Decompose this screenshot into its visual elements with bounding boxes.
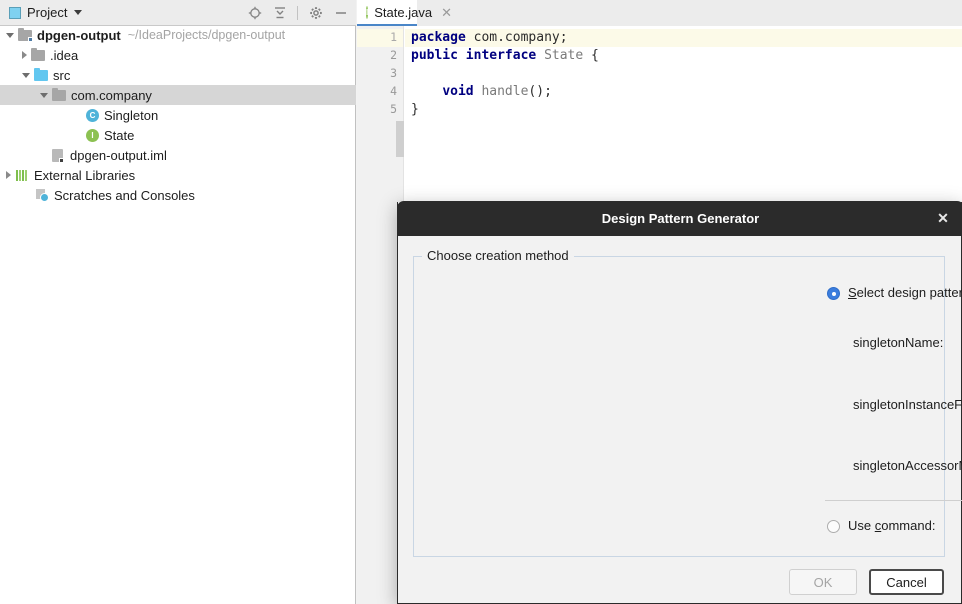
label-prefix: Use <box>848 518 875 533</box>
editor-scrollbar-thumb[interactable] <box>396 121 404 157</box>
minimize-icon[interactable] <box>333 5 348 20</box>
label-select-design-pattern: Select design pattern: <box>848 285 962 300</box>
tree-row[interactable]: dpgen-output ~/IdeaProjects/dpgen-output <box>0 25 356 45</box>
close-icon[interactable]: ✕ <box>933 201 953 236</box>
radio-use-command[interactable] <box>827 520 840 533</box>
label-singleton-accessor-method-name: singletonAccessorMethodName: <box>853 458 962 473</box>
project-tree[interactable]: dpgen-output ~/IdeaProjects/dpgen-output.… <box>0 25 356 205</box>
group-legend: Choose creation method <box>422 248 574 263</box>
project-panel-icon <box>9 6 21 19</box>
java-class-icon: C <box>85 108 100 123</box>
label-singleton-name: singletonName: <box>853 335 944 350</box>
code-line: } <box>411 101 419 119</box>
code-line: public interface State { <box>411 47 599 65</box>
dialog-body: Choose creation method Select design pat… <box>398 236 962 603</box>
libraries-icon <box>15 168 30 183</box>
project-panel-toolbar <box>247 5 356 20</box>
project-tool-window: Project dpgen-output ~/IdeaProjects/dpge… <box>0 0 356 604</box>
gear-icon[interactable] <box>308 5 323 20</box>
ok-button[interactable]: OK <box>789 569 857 595</box>
close-icon[interactable]: ✕ <box>441 6 452 19</box>
expander-expand-icon[interactable] <box>22 51 27 59</box>
code-token: package <box>411 30 466 45</box>
line-number: 5 <box>390 102 397 116</box>
tab-state-java[interactable]: I State.java ✕ <box>357 0 452 26</box>
project-panel-header: Project <box>0 0 356 26</box>
code-token: } <box>411 102 419 117</box>
tree-row-label: src <box>53 67 71 83</box>
screen-root: Project dpgen-output ~/IdeaProjects/dpge… <box>0 0 962 604</box>
chevron-down-icon[interactable] <box>74 10 83 15</box>
dialog-titlebar: Design Pattern Generator ✕ <box>397 201 962 236</box>
radio-select-design-pattern[interactable] <box>827 287 840 300</box>
tree-row-label: com.company <box>71 87 152 103</box>
cancel-button[interactable]: Cancel <box>869 569 944 595</box>
expander-collapse-icon[interactable] <box>6 32 14 38</box>
label-use-command: Use command: <box>848 518 935 533</box>
tree-row-label: .idea <box>50 47 79 63</box>
label-rest: ommand: <box>881 518 936 533</box>
line-number: 1 <box>390 30 397 44</box>
label-rest: elect design pattern: <box>856 285 962 300</box>
locate-icon[interactable] <box>247 5 262 20</box>
tree-row[interactable]: I State <box>0 125 356 145</box>
tree-row[interactable]: .idea <box>0 45 356 65</box>
code-token: State <box>544 48 584 63</box>
tree-row-label: Scratches and Consoles <box>54 187 195 203</box>
code-token: void <box>442 84 474 99</box>
code-token: { <box>583 48 599 63</box>
editor-tabstrip: I State.java ✕ <box>357 0 962 26</box>
iml-file-icon <box>51 148 66 163</box>
folder-blue-icon <box>34 67 49 83</box>
java-interface-icon: I <box>366 5 369 19</box>
line-number: 3 <box>390 66 397 80</box>
tree-row[interactable]: External Libraries <box>0 165 356 185</box>
project-panel-title: Project <box>27 5 68 20</box>
line-number: 2 <box>390 48 397 62</box>
tree-row-label: dpgen-output.iml <box>70 147 167 163</box>
expander-expand-icon[interactable] <box>6 171 11 179</box>
tree-row-label: External Libraries <box>34 167 136 183</box>
tree-row[interactable]: dpgen-output.iml <box>0 145 356 165</box>
design-pattern-generator-dialog: Design Pattern Generator ✕ Choose creati… <box>397 201 962 604</box>
label-mnemonic: S <box>848 285 857 300</box>
package-folder-icon <box>52 87 67 103</box>
section-divider <box>825 500 962 501</box>
tree-row-path: ~/IdeaProjects/dpgen-output <box>127 28 286 42</box>
expander-collapse-icon[interactable] <box>22 72 30 78</box>
module-folder-icon <box>18 27 33 43</box>
line-number: 4 <box>390 84 397 98</box>
tab-label: State.java <box>374 4 433 20</box>
tree-row-label: Singleton <box>104 107 159 123</box>
label-singleton-instance-field-name: singletonInstanceFieldName: <box>853 397 962 412</box>
code-token: (); <box>528 84 552 99</box>
code-token: public interface <box>411 48 537 63</box>
java-interface-icon: I <box>85 128 100 143</box>
scratches-icon <box>35 188 50 203</box>
dialog-title: Design Pattern Generator <box>601 211 760 226</box>
collapse-all-icon[interactable] <box>272 5 287 20</box>
folder-gray-icon <box>31 47 46 63</box>
tree-row[interactable]: src <box>0 65 356 85</box>
tree-row-label: State <box>104 127 135 143</box>
code-token: com.company; <box>465 30 568 45</box>
tree-row[interactable]: Scratches and Consoles <box>0 185 356 205</box>
tree-row-label: dpgen-output <box>37 27 121 43</box>
tree-row[interactable]: C Singleton <box>0 105 356 125</box>
expander-collapse-icon[interactable] <box>40 92 48 98</box>
code-token: handle <box>481 84 529 99</box>
tree-row[interactable]: com.company <box>0 85 356 105</box>
code-line: void handle(); <box>411 83 552 101</box>
toolbar-divider <box>297 5 298 20</box>
code-line: package com.company; <box>411 29 568 47</box>
